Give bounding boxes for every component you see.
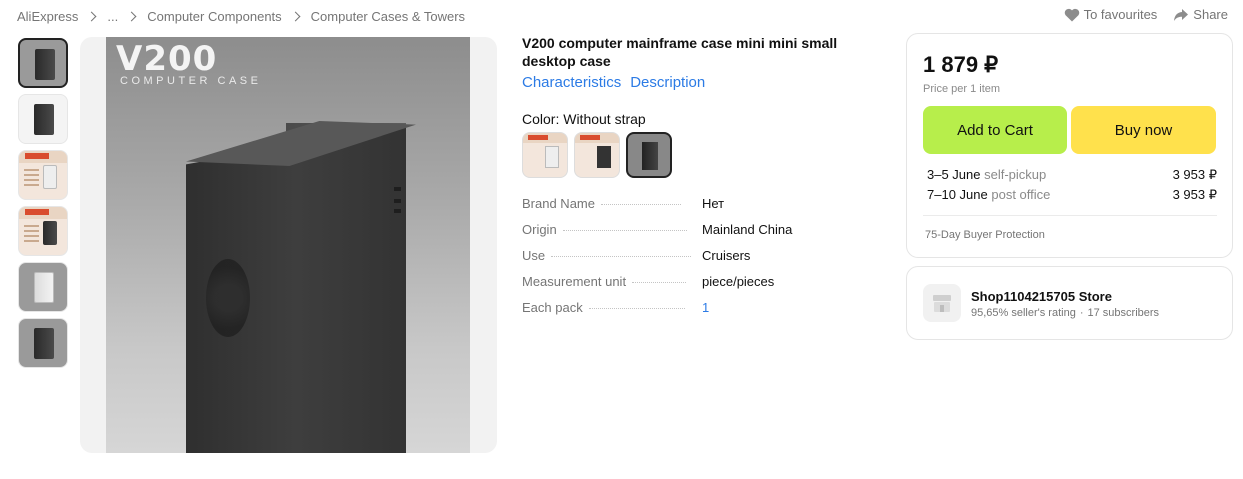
- delivery-price: 3 953 ₽: [1172, 167, 1217, 182]
- tab-characteristics[interactable]: Characteristics: [522, 74, 621, 91]
- spec-dots: [588, 308, 685, 309]
- spec-value: piece/pieces: [702, 274, 775, 289]
- spec-name: Use: [522, 248, 546, 263]
- delivery-method: post office: [991, 187, 1051, 202]
- store-meta: 95,65% seller's rating · 17 subscribers: [971, 307, 1159, 319]
- tab-description[interactable]: Description: [630, 74, 705, 91]
- favourites-label: To favourites: [1083, 7, 1158, 22]
- spec-value: Cruisers: [702, 248, 751, 263]
- thumbnail-4[interactable]: [18, 206, 68, 256]
- spec-name: Brand Name: [522, 196, 595, 211]
- chevron-right-icon: [126, 11, 137, 21]
- thumbnail-5[interactable]: [18, 262, 68, 312]
- spec-row: Origin Mainland China: [522, 222, 812, 248]
- thumbnail-3[interactable]: [18, 150, 68, 200]
- divider: [923, 215, 1217, 216]
- delivery-options: 3–5 June self-pickup 3 953 ₽ 7–10 June p…: [927, 167, 1217, 207]
- store-icon: [923, 284, 961, 322]
- spec-row: Brand Name Нет: [522, 196, 812, 222]
- store-subscribers: 17 subscribers: [1087, 307, 1160, 319]
- chevron-right-icon: [86, 11, 97, 21]
- image-brand-logo: V200: [116, 39, 218, 79]
- add-to-cart-button[interactable]: Add to Cart: [923, 106, 1067, 154]
- color-swatches: [522, 132, 672, 178]
- spec-name: Origin: [522, 222, 557, 237]
- thumbnail-1[interactable]: [18, 38, 68, 88]
- color-swatch-without-strap[interactable]: [626, 132, 672, 178]
- store-card[interactable]: Shop1104215705 Store 95,65% seller's rat…: [906, 266, 1233, 340]
- breadcrumb-link-computer-components[interactable]: Computer Components: [147, 9, 281, 24]
- delivery-method: self-pickup: [984, 167, 1047, 182]
- spec-value: 1: [702, 300, 710, 315]
- main-product-image: V200 COMPUTER CASE: [106, 37, 470, 453]
- chevron-right-icon: [290, 11, 301, 21]
- case-port: [394, 209, 401, 213]
- delivery-option[interactable]: 7–10 June post office 3 953 ₽: [927, 187, 1217, 207]
- spec-name: Each pack: [522, 300, 583, 315]
- thumbnail-2[interactable]: [18, 94, 68, 144]
- thumbnail-list: [18, 38, 70, 374]
- buy-box: 1 879 ₽ Price per 1 item Add to Cart Buy…: [906, 33, 1233, 258]
- thumbnail-6[interactable]: [18, 318, 68, 368]
- spec-list: Brand Name Нет Origin Mainland China Use…: [522, 196, 812, 326]
- breadcrumb-link-more[interactable]: ...: [107, 9, 118, 24]
- spec-value: Нет: [702, 196, 725, 211]
- breadcrumb-link-aliexpress[interactable]: AliExpress: [17, 9, 78, 24]
- share-button[interactable]: Share: [1173, 7, 1228, 22]
- breadcrumb: AliExpress ... Computer Components Compu…: [17, 8, 465, 24]
- heart-icon: [1064, 8, 1079, 21]
- spec-row: Measurement unit piece/pieces: [522, 274, 812, 300]
- spec-dots: [632, 282, 687, 283]
- color-label: Color: Without strap: [522, 111, 646, 127]
- color-swatch-white[interactable]: [522, 132, 568, 178]
- spec-row: Each pack 1: [522, 300, 812, 326]
- case-vent: [206, 259, 250, 337]
- meta-separator: ·: [1079, 307, 1084, 319]
- buy-now-button[interactable]: Buy now: [1071, 106, 1216, 154]
- spec-dots: [600, 204, 681, 205]
- delivery-date: 3–5 June: [927, 167, 981, 182]
- case-port: [394, 199, 401, 203]
- spec-dots: [551, 256, 692, 257]
- store-name[interactable]: Shop1104215705 Store: [971, 289, 1112, 304]
- spec-value: Mainland China: [702, 222, 793, 237]
- store-rating: 95,65% seller's rating: [971, 307, 1076, 319]
- delivery-price: 3 953 ₽: [1172, 187, 1217, 202]
- share-label: Share: [1193, 7, 1228, 22]
- color-swatch-black-promo[interactable]: [574, 132, 620, 178]
- breadcrumb-link-computer-cases[interactable]: Computer Cases & Towers: [311, 9, 465, 24]
- buyer-protection[interactable]: 75-Day Buyer Protection: [925, 229, 1045, 241]
- delivery-date: 7–10 June: [927, 187, 988, 202]
- image-brand-subtitle: COMPUTER CASE: [120, 75, 262, 87]
- case-port: [394, 187, 401, 191]
- product-tabs: Characteristics Description: [522, 74, 705, 91]
- product-title: V200 computer mainframe case mini mini s…: [522, 35, 838, 69]
- price: 1 879 ₽: [923, 52, 999, 77]
- spec-row: Use Cruisers: [522, 248, 812, 274]
- share-icon: [1174, 8, 1189, 21]
- price-note: Price per 1 item: [923, 83, 1001, 95]
- main-product-image-frame[interactable]: V200 COMPUTER CASE: [80, 37, 497, 453]
- delivery-option[interactable]: 3–5 June self-pickup 3 953 ₽: [927, 167, 1217, 187]
- spec-dots: [562, 230, 687, 231]
- favourites-button[interactable]: To favourites: [1064, 7, 1158, 22]
- top-actions: To favourites Share: [1064, 7, 1228, 22]
- spec-name: Measurement unit: [522, 274, 627, 289]
